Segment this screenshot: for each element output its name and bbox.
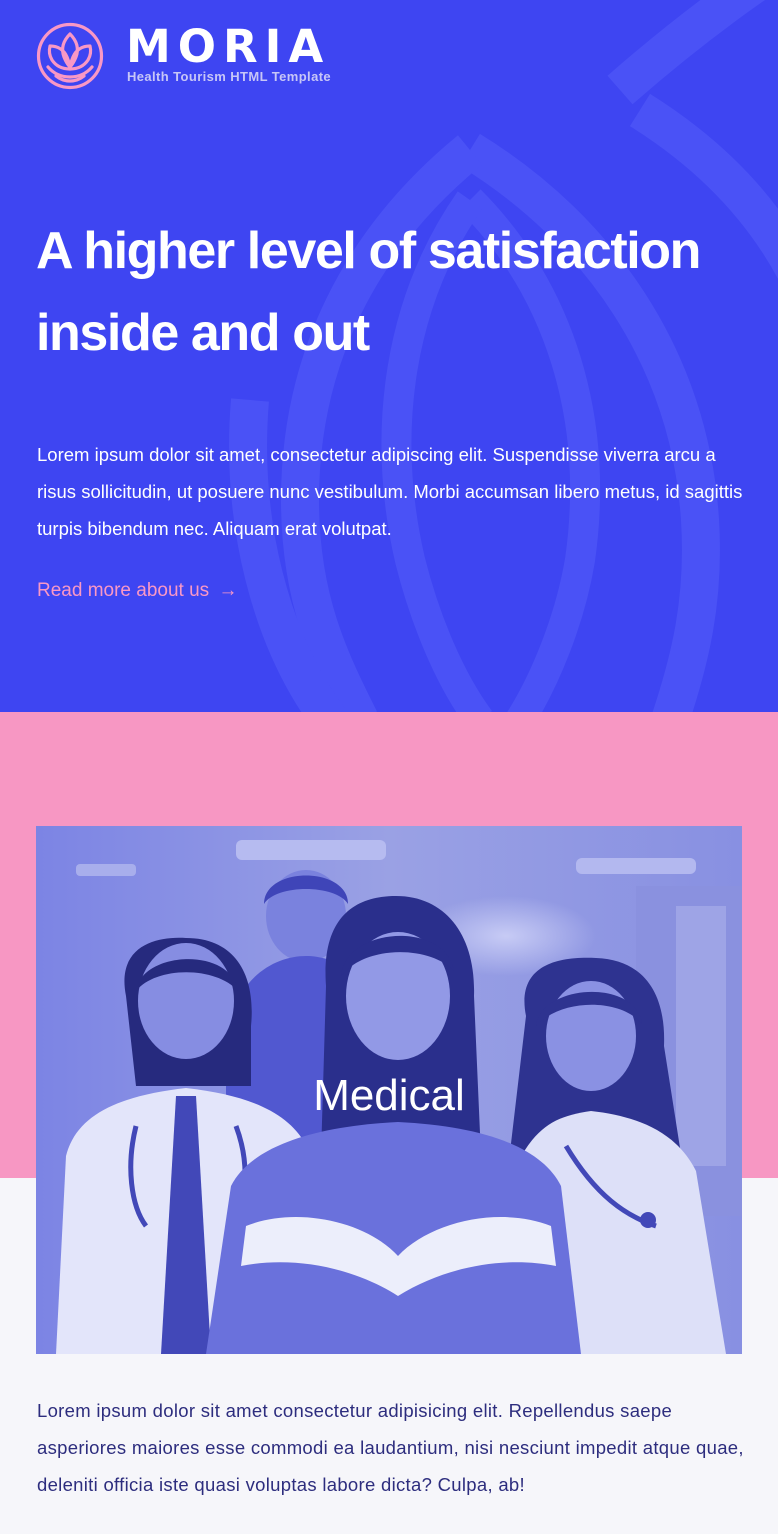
page: MORIA Health Tourism HTML Template A hig… — [0, 0, 778, 1534]
lotus-icon — [36, 22, 104, 90]
brand-logo[interactable]: MORIA Health Tourism HTML Template — [36, 20, 376, 92]
hero-title: A higher level of satisfaction inside an… — [36, 222, 701, 362]
read-more-label: Read more about us — [37, 580, 210, 601]
arrow-right-icon: → — [218, 580, 238, 601]
read-more-link[interactable]: Read more about us → — [37, 574, 237, 608]
card-title: Medical — [313, 1071, 465, 1120]
hero-section: MORIA Health Tourism HTML Template A hig… — [0, 0, 778, 712]
brand-tagline: Health Tourism HTML Template — [127, 69, 332, 84]
brand-name: MORIA — [126, 20, 331, 73]
card-description: Lorem ipsum dolor sit amet consectetur a… — [37, 1400, 744, 1495]
hero-description: Lorem ipsum dolor sit amet, consectetur … — [37, 444, 743, 539]
